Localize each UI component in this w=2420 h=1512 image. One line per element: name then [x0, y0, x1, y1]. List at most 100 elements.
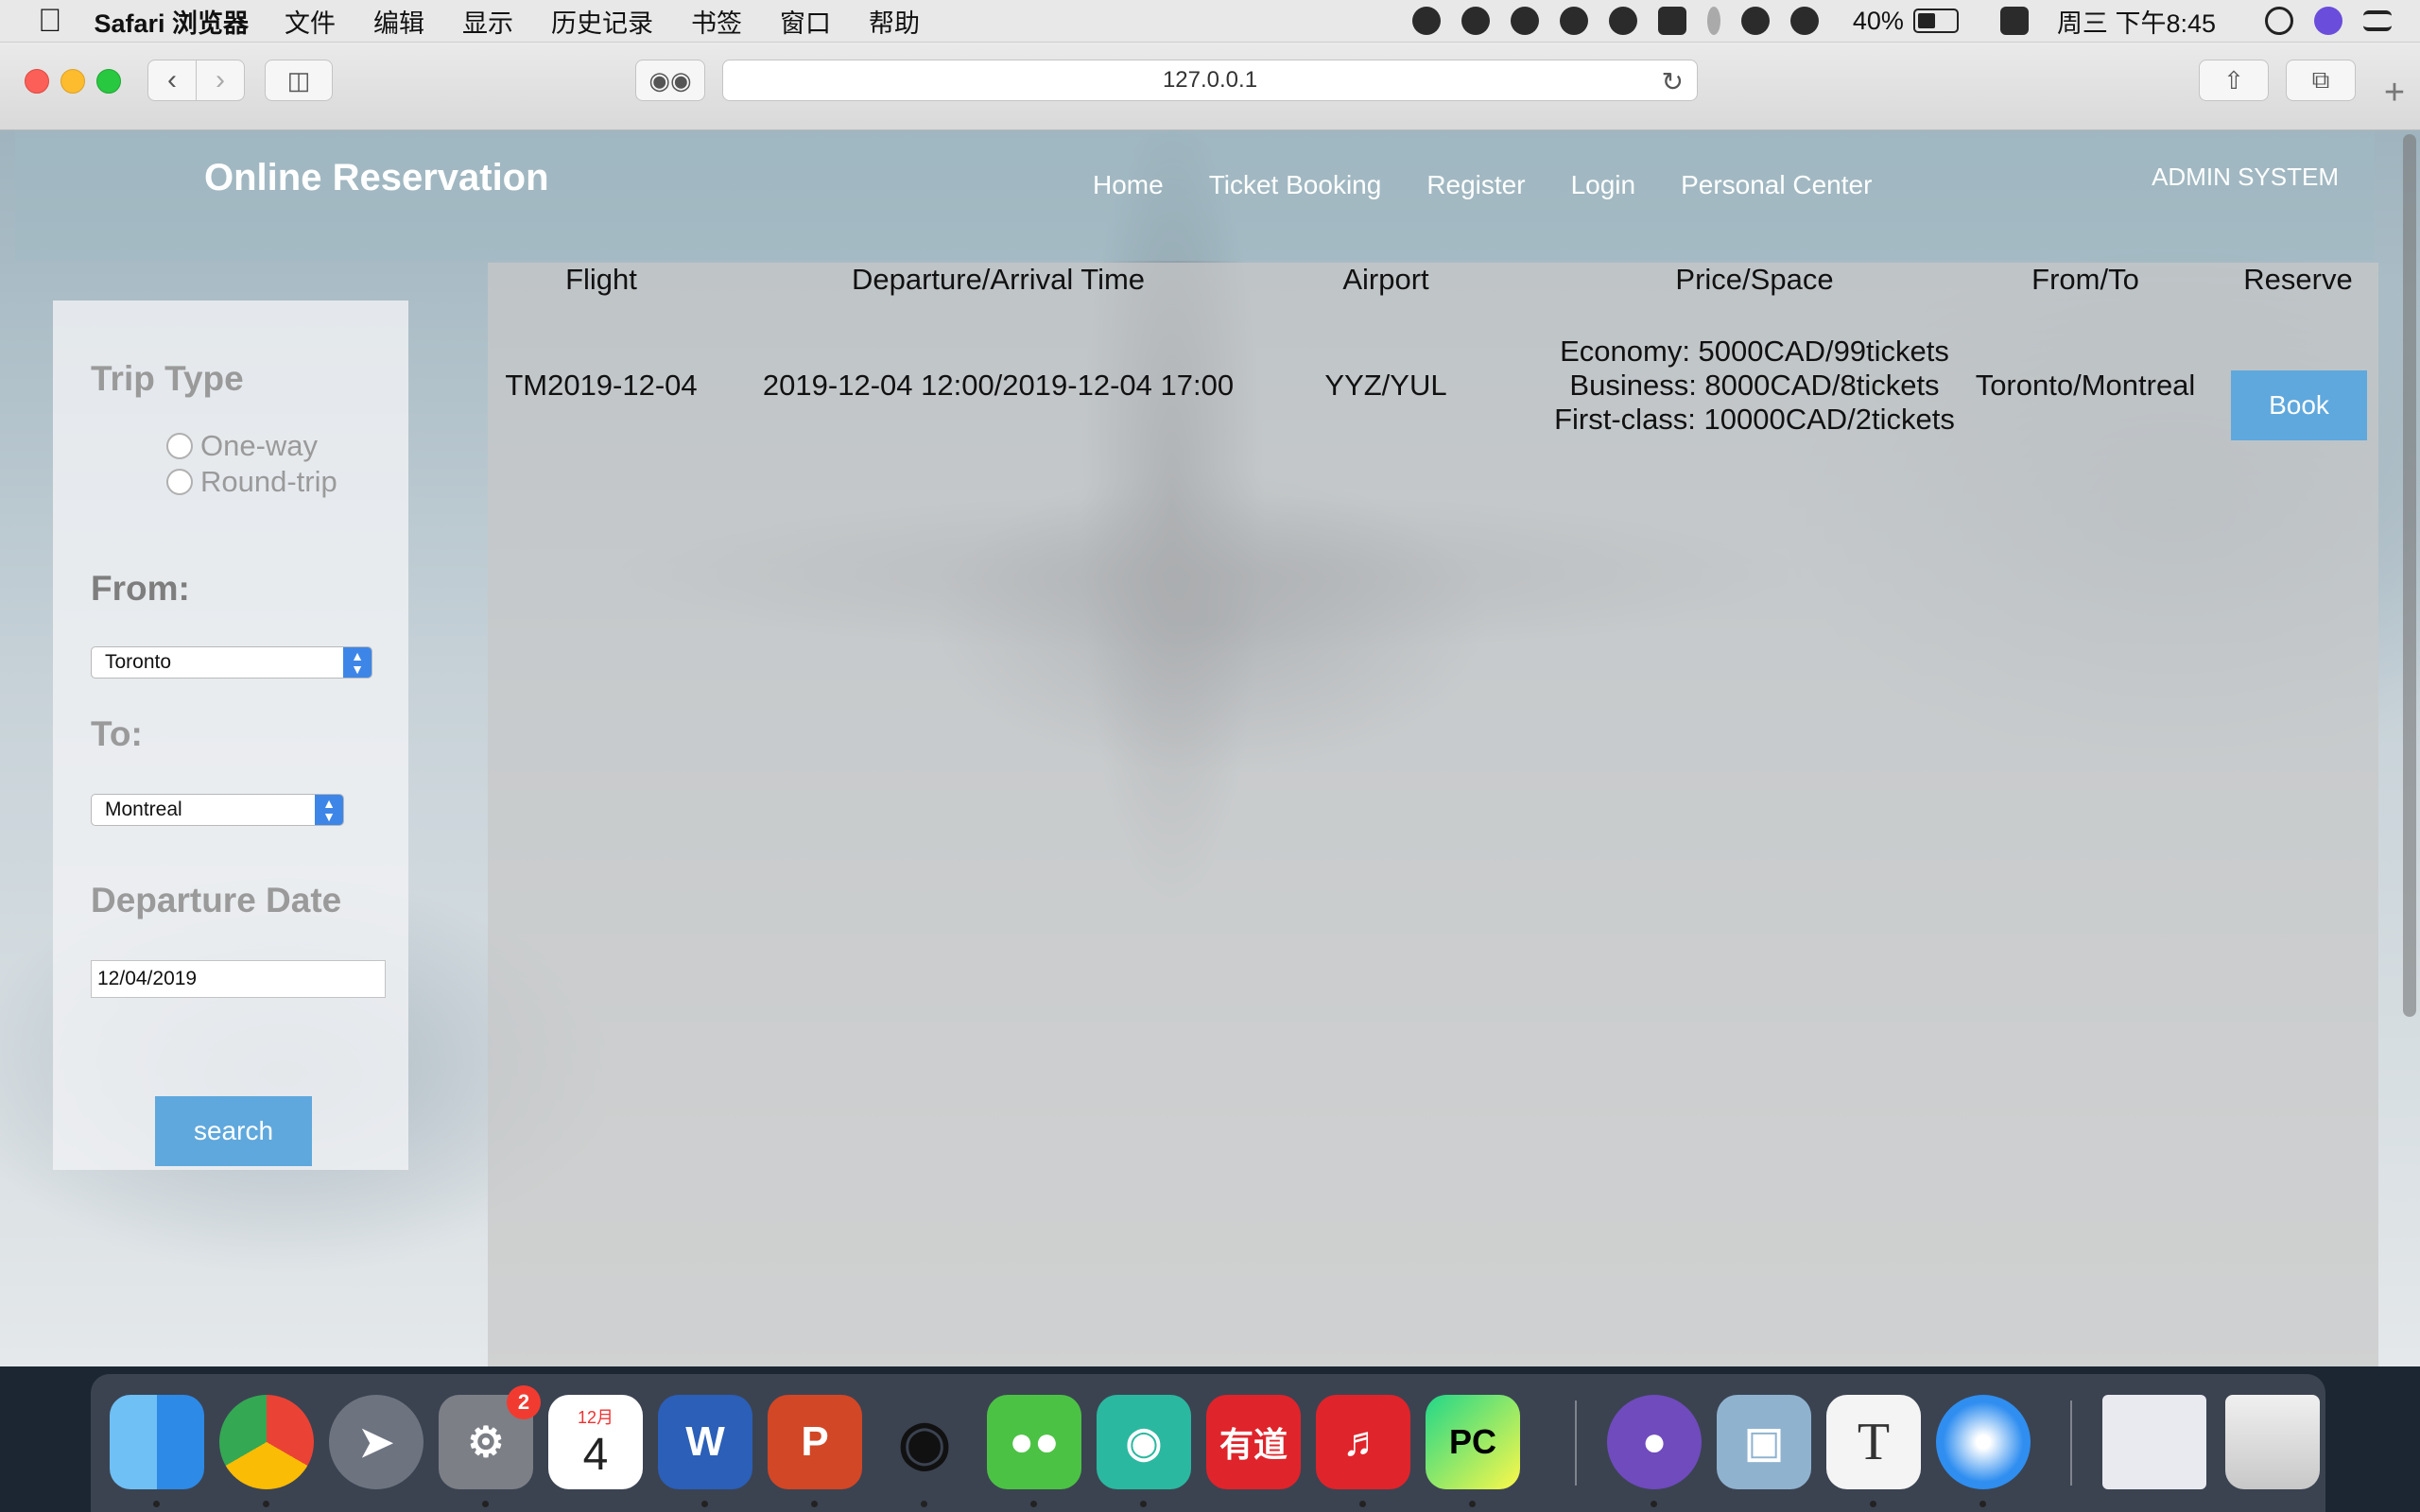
finder-icon[interactable] — [110, 1395, 204, 1489]
to-heading: To: — [91, 714, 143, 753]
netease-music-icon[interactable]: ♬ — [1316, 1395, 1410, 1489]
running-indicator — [1651, 1501, 1657, 1507]
volume-icon[interactable] — [1789, 7, 1819, 35]
launchpad-rocket-icon[interactable]: ➤ — [329, 1395, 424, 1489]
flight-number-cell: TM2019-12-04 — [505, 369, 698, 402]
address-bar[interactable]: 127.0.0.1 ↻ — [722, 60, 1698, 101]
radio-one-way[interactable]: One-way — [166, 429, 318, 463]
search-button[interactable]: search — [155, 1096, 312, 1166]
book-button[interactable]: Book — [2231, 370, 2367, 440]
nav-login[interactable]: Login — [1571, 170, 1636, 200]
typora-icon[interactable]: T — [1826, 1395, 1921, 1489]
nav-register[interactable]: Register — [1426, 170, 1525, 200]
siri-icon[interactable] — [2314, 7, 2342, 35]
radio-button[interactable] — [166, 469, 193, 495]
nav-personal-center[interactable]: Personal Center — [1681, 170, 1872, 200]
zoom-window-button[interactable] — [96, 69, 121, 94]
radio-one-way-label: One-way — [200, 429, 319, 462]
running-indicator — [811, 1501, 818, 1507]
menu-help[interactable]: 帮助 — [869, 3, 920, 40]
github-desktop-icon[interactable]: ● — [1607, 1395, 1702, 1489]
select-arrows-icon: ▲ ▼ — [343, 647, 372, 678]
safari-compass-icon[interactable] — [1936, 1395, 2031, 1489]
tabs-icon: ⧉ — [2311, 65, 2330, 94]
calendar-icon[interactable]: 12月 4 — [548, 1395, 643, 1489]
chrome-icon[interactable] — [219, 1395, 314, 1489]
admin-system-link[interactable]: ADMIN SYSTEM — [2152, 163, 2339, 192]
menu-view[interactable]: 显示 — [462, 3, 513, 40]
page-viewport: Online Reservation Home Ticket Booking R… — [0, 130, 2420, 1366]
battery-percent: 40% — [1852, 6, 1904, 35]
system-preferences-gear-icon[interactable]: ⚙ 2 — [439, 1385, 541, 1489]
sidebar-icon: ◫ — [286, 65, 311, 94]
running-indicator — [701, 1501, 708, 1507]
evernote-tray-icon[interactable] — [1608, 7, 1637, 35]
back-button[interactable]: ‹ — [147, 60, 197, 101]
tab-overview-button[interactable]: ⧉ — [2286, 60, 2356, 101]
notification-badge: 2 — [507, 1385, 541, 1419]
sogou-input-icon[interactable] — [1999, 7, 2029, 35]
eye-app-icon[interactable]: ◉ — [1097, 1395, 1191, 1489]
extension-button[interactable]: ◉◉ — [635, 60, 705, 101]
running-indicator — [1870, 1501, 1876, 1507]
minimize-window-button[interactable] — [60, 69, 85, 94]
column-header-from-to: From/To — [2031, 263, 2139, 296]
minimized-window-thumbnail[interactable] — [2102, 1395, 2206, 1489]
radio-round-trip[interactable]: Round-trip — [166, 465, 337, 499]
nav-home[interactable]: Home — [1093, 170, 1164, 200]
wifi-icon[interactable] — [1740, 7, 1770, 35]
menu-history[interactable]: 历史记录 — [551, 3, 653, 40]
nav-ticket-booking[interactable]: Ticket Booking — [1209, 170, 1382, 200]
page-scrollbar[interactable] — [2403, 134, 2416, 1017]
share-button[interactable]: ⇧ — [2199, 60, 2269, 101]
qq-penguin-icon[interactable]: ◉ — [877, 1395, 972, 1489]
wechat-icon[interactable]: ●● — [987, 1395, 1081, 1489]
trash-icon[interactable] — [2225, 1395, 2320, 1489]
sync-tray-icon[interactable] — [1559, 7, 1588, 35]
reload-icon[interactable]: ↻ — [1662, 66, 1684, 97]
from-select[interactable]: Toronto ▲ ▼ — [91, 646, 372, 679]
url-text: 127.0.0.1 — [1162, 67, 1258, 93]
wechat-tray-icon[interactable] — [1461, 7, 1490, 35]
powerpoint-icon[interactable]: P — [768, 1395, 862, 1489]
flight-search-panel: Trip Type One-way Round-trip From: Toron… — [53, 301, 408, 1170]
close-window-button[interactable] — [25, 69, 49, 94]
menu-bookmarks[interactable]: 书签 — [691, 3, 742, 40]
spotlight-search-icon[interactable] — [2265, 7, 2293, 35]
window-tray-icon[interactable] — [1657, 7, 1686, 35]
sidebar-toggle-button[interactable]: ◫ — [265, 60, 333, 101]
menu-window[interactable]: 窗口 — [780, 3, 831, 40]
new-tab-button[interactable]: + — [2373, 71, 2416, 114]
qq-tray-icon[interactable] — [1411, 7, 1441, 35]
menu-app-name[interactable]: Safari 浏览器 — [95, 3, 250, 40]
main-nav: Home Ticket Booking Register Login Perso… — [1093, 170, 1917, 200]
radio-button[interactable] — [166, 433, 193, 459]
screenshot-tray-icon[interactable] — [1510, 7, 1539, 35]
site-title[interactable]: Online Reservation — [204, 157, 549, 199]
dock-area: ➤ ⚙ 2 12月 4 W P ◉ ●● ◉ 有道 ♬ PC ● ▣ T — [0, 1366, 2420, 1512]
menu-edit[interactable]: 编辑 — [373, 3, 424, 40]
departure-date-input[interactable]: 12/04/2019 — [91, 960, 386, 998]
bluetooth-icon[interactable] — [1706, 7, 1720, 35]
glasses-icon: ◉◉ — [648, 65, 692, 94]
time-cell: 2019-12-04 12:00/2019-12-04 17:00 — [762, 369, 1235, 402]
notification-center-icon[interactable] — [2363, 10, 2392, 31]
from-to-cell: Toronto/Montreal — [1975, 369, 2196, 402]
browser-toolbar: ‹ › ◫ ◉◉ 127.0.0.1 ↻ ⇧ ⧉ + — [0, 43, 2420, 130]
menu-file[interactable]: 文件 — [285, 3, 336, 40]
to-select[interactable]: Montreal ▲ ▼ — [91, 794, 344, 826]
running-indicator — [263, 1501, 269, 1507]
calendar-month: 12月 — [577, 1407, 614, 1427]
preview-icon[interactable]: ▣ — [1717, 1395, 1811, 1489]
dock-separator — [1575, 1400, 1577, 1486]
youdao-icon[interactable]: 有道 — [1206, 1395, 1301, 1489]
pycharm-icon[interactable]: PC — [1426, 1395, 1520, 1489]
price-economy: Economy: 5000CAD/99tickets — [1560, 335, 1949, 368]
word-icon[interactable]: W — [658, 1395, 752, 1489]
running-indicator — [482, 1501, 489, 1507]
forward-button[interactable]: › — [196, 60, 245, 101]
menubar-clock[interactable]: 周三 下午8:45 — [2057, 3, 2216, 40]
battery-icon[interactable] — [1912, 9, 1959, 33]
running-indicator — [1469, 1501, 1476, 1507]
apple-icon[interactable]:  — [38, 3, 62, 40]
